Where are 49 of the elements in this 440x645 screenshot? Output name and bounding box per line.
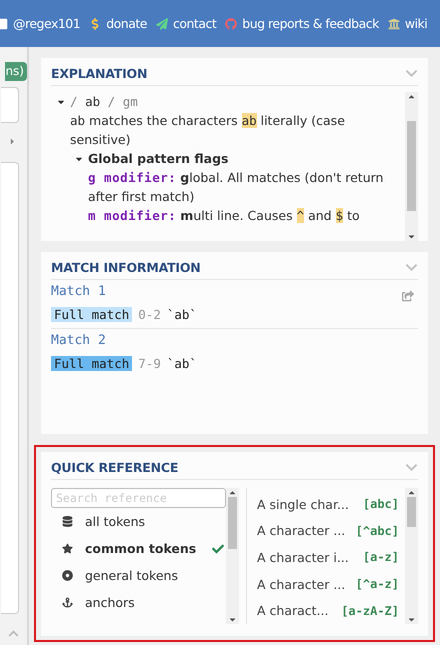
match-range: 7-9 [138, 356, 161, 370]
scrollbar[interactable] [405, 488, 418, 624]
scroll-thumb[interactable] [407, 121, 416, 212]
category-item[interactable]: all tokens [51, 508, 226, 535]
category-item[interactable]: anchors [51, 589, 226, 616]
scrollbar[interactable] [226, 488, 239, 624]
header-link[interactable]: bug reports & feedback [225, 16, 379, 31]
match-value: `ab` [166, 306, 197, 322]
panel-title: EXPLANATION [51, 66, 148, 81]
category-item[interactable]: general tokens [51, 562, 226, 589]
cat-icon [225, 18, 238, 30]
chevron-up-icon[interactable] [8, 628, 19, 639]
group-title: Global pattern flags [88, 150, 228, 168]
match-label[interactable]: Full match [51, 356, 132, 370]
check-icon [212, 542, 224, 554]
paper-plane-icon [156, 18, 168, 30]
flag-explanation: g modifier: global. All matches (don't return after first match) [87, 169, 384, 206]
header-link[interactable]: donate [89, 16, 147, 31]
match-value: `ab` [166, 356, 197, 370]
match-range: 0-2 [138, 306, 161, 322]
token-item[interactable]: A character i... [a-z] [257, 544, 405, 571]
panel-title: QUICK REFERENCE [51, 460, 178, 475]
scroll-thumb[interactable] [228, 497, 237, 549]
database-icon [62, 516, 72, 527]
token-item[interactable]: A charact... [a-zA-Z] [257, 597, 405, 624]
star-icon [62, 543, 72, 554]
token-item[interactable]: A character ... [^abc] [257, 518, 405, 544]
dollar-icon [89, 18, 102, 30]
scrollbar[interactable] [405, 92, 418, 240]
target-icon [62, 570, 72, 581]
match-title: Match 1 [51, 284, 106, 298]
flag-explanation: m modifier: multi line. Causes ^ and $ to [87, 207, 361, 225]
token-item[interactable]: A single char... [abc] [257, 491, 405, 518]
anchor-icon [62, 597, 72, 608]
category-item[interactable]: common tokens [51, 535, 226, 562]
match-label[interactable]: Full match [51, 306, 132, 322]
token-item[interactable]: A character ... [^a-z] [257, 570, 405, 598]
bank-icon [388, 18, 400, 30]
header-link[interactable]: @regex101 [0, 16, 80, 31]
regex-pattern: / ab / gm [70, 93, 138, 111]
chevron-down-icon[interactable] [405, 67, 418, 80]
panel-title: MATCH INFORMATION [51, 260, 201, 274]
scroll-thumb[interactable] [407, 497, 416, 527]
share-icon[interactable] [402, 290, 414, 302]
header-link[interactable]: contact [156, 16, 216, 31]
chevron-down-icon[interactable] [405, 461, 418, 474]
header-link[interactable]: wiki [388, 16, 428, 31]
explanation-text: ab matches the characters ab literally (case sensitive) [69, 112, 346, 149]
match-title: Match 2 [51, 332, 106, 348]
